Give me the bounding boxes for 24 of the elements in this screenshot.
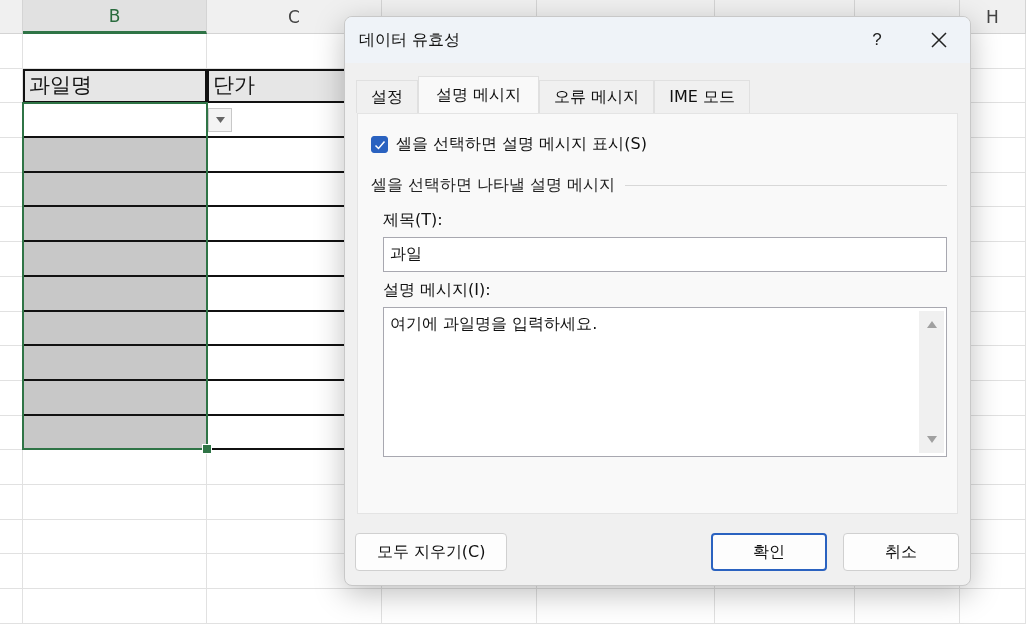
field-label: 제목(T): — [383, 210, 444, 231]
message-field[interactable]: 여기에 과일명을 입력하세요. — [383, 307, 947, 457]
tab[interactable]: 설정 — [356, 80, 418, 113]
dropdown-button[interactable] — [208, 108, 232, 133]
caret-icon — [215, 117, 225, 124]
checkbox[interactable] — [371, 136, 388, 153]
tab[interactable]: 오류 메시지 — [539, 80, 655, 113]
message-text: 여기에 과일명을 입력하세요. — [389, 313, 599, 335]
tab[interactable]: 설명 메시지 — [418, 76, 540, 113]
tab[interactable]: IME 모드 — [654, 80, 750, 113]
table-cell — [960, 589, 1026, 624]
dialog-button[interactable]: 모두 지우기(C) — [355, 533, 507, 571]
title-field[interactable]: 과일 — [383, 237, 947, 272]
checkbox-label: 셀을 선택하면 설명 메시지 표시(S) — [396, 134, 647, 155]
close-icon — [931, 32, 947, 48]
fill-handle[interactable] — [202, 444, 212, 455]
column-header[interactable]: B — [23, 0, 207, 34]
field-label: 설명 메시지(I): — [383, 280, 492, 301]
group-label: 셀을 선택하면 나타낼 설명 메시지 — [371, 175, 616, 196]
help-button[interactable]: ? — [846, 17, 908, 63]
dialog-button[interactable]: 확인 — [711, 533, 827, 571]
check-icon — [373, 139, 386, 150]
column-header[interactable]: H — [960, 0, 1026, 34]
dialog-button[interactable]: 취소 — [843, 533, 959, 571]
